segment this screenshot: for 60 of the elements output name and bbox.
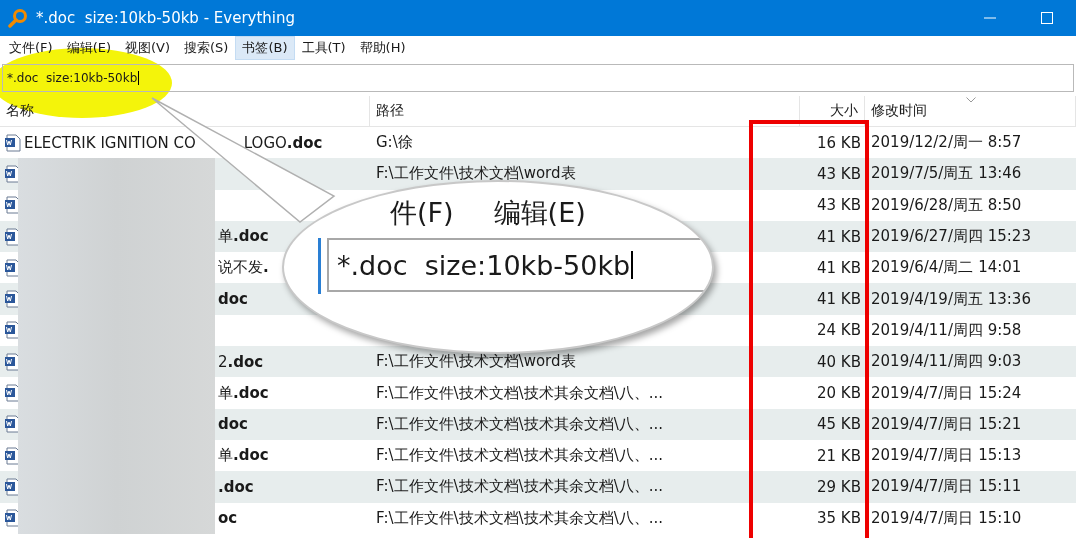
file-size: 41 KB [817,258,861,277]
file-size: 16 KB [817,133,861,152]
file-name: 单.doc [218,383,269,403]
modified-date: 2019/6/28/周五 8:50 [871,195,1022,215]
document-icon [4,133,21,152]
modified-date: 2019/4/7/周日 15:11 [871,477,1022,497]
modified-date: 2019/12/2/周一 8:57 [871,133,1022,153]
file-path: F:\工作文件\技术文档\word表 [376,164,576,184]
maximize-icon [1041,12,1053,24]
menu-item[interactable]: 书签(B) [235,36,295,60]
magnifier-icon [8,8,28,28]
file-name: doc [218,415,248,434]
modified-date: 2019/4/11/周四 9:03 [871,352,1022,372]
file-name: LOGO.doc [243,133,323,152]
file-name: 单.doc [218,446,269,466]
file-path: G:\徐 [376,133,413,153]
menu-item[interactable]: 搜索(S) [177,36,236,60]
column-header[interactable]: 路径 [370,96,800,126]
modified-date: 2019/4/7/周日 15:13 [871,446,1022,466]
window-title: *.doc size:10kb-50kb - Everything [36,9,297,27]
file-size: 41 KB [817,227,861,246]
modified-date: 2019/6/27/周四 15:23 [871,227,1031,247]
menu-item[interactable]: 工具(T) [294,36,353,60]
file-size: 43 KB [817,164,861,183]
file-name: doc [218,290,248,309]
modified-date: 2019/4/7/周日 15:24 [871,383,1022,403]
modified-date: 2019/7/5/周五 13:46 [871,164,1022,184]
column-header[interactable]: 修改时间 [865,96,1076,126]
menu-item[interactable]: 帮助(H) [352,36,413,60]
sort-chevron-icon [966,97,976,103]
search-field[interactable]: *.doc size:10kb-50kb [2,64,1074,92]
file-size: 35 KB [817,509,861,528]
file-path: F:\工作文件\技术文档\技术其余文档\八、... [376,446,664,466]
file-size: 29 KB [817,477,861,496]
modified-date: 2019/4/19/周五 13:36 [871,289,1031,309]
file-path: F:\工作文件\技术文档\技术其余文档\八、... [376,477,664,497]
file-size: 40 KB [817,352,861,371]
file-name: .doc [218,477,254,496]
file-path: F:\工作文件\技术文档\技术其余文档\八、... [376,383,664,403]
file-path: F:\工作文件\技术文档\word表 [376,352,576,372]
file-size: 41 KB [817,290,861,309]
menu-item[interactable]: 文件(F) [2,36,60,60]
file-name: oc [218,509,238,528]
modified-date: 2019/4/7/周日 15:10 [871,508,1022,528]
file-size: 21 KB [817,446,861,465]
file-size: 43 KB [817,196,861,215]
file-size: 20 KB [817,384,861,402]
file-name: ELECTRIK IGNITION CO [24,133,196,152]
column-header[interactable]: 大小 [800,96,865,126]
modified-date: 2019/4/7/周日 15:21 [871,414,1022,434]
menu-item[interactable]: 视图(V) [118,36,178,60]
file-size: 24 KB [817,321,861,340]
file-path: F:\工作文件\技术文档\技术其余文档\八、... [376,414,664,434]
modified-date: 2019/6/4/周二 14:01 [871,258,1022,278]
file-name: 单.doc [218,227,269,247]
file-name: 2.doc [218,352,264,371]
file-name: 说不发. [218,258,269,278]
file-path: F:\工作文件\技术文档\技术其余文档\八、... [376,508,664,528]
file-size: 45 KB [817,415,861,434]
modified-date: 2019/4/11/周四 9:58 [871,320,1022,340]
